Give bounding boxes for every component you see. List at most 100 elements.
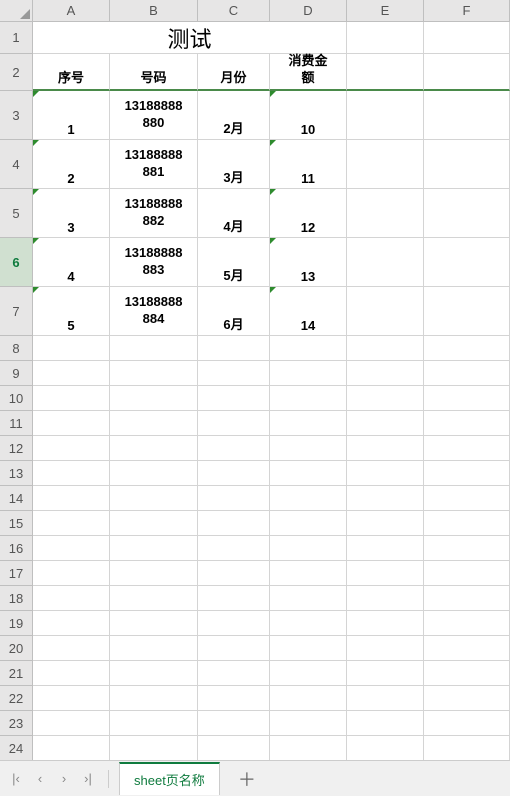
cell-D12[interactable] <box>270 436 347 461</box>
cell-C7[interactable]: 6月 <box>198 287 270 336</box>
cell-A23[interactable] <box>33 711 110 736</box>
cell-D17[interactable] <box>270 561 347 586</box>
cell-C5[interactable]: 4月 <box>198 189 270 238</box>
cell-C10[interactable] <box>198 386 270 411</box>
cell-D11[interactable] <box>270 411 347 436</box>
row-header-7[interactable]: 7 <box>0 287 33 336</box>
row-header-11[interactable]: 11 <box>0 411 33 436</box>
cell-C4[interactable]: 3月 <box>198 140 270 189</box>
row-header-23[interactable]: 23 <box>0 711 33 736</box>
cell-A13[interactable] <box>33 461 110 486</box>
cell-F20[interactable] <box>424 636 510 661</box>
select-all-corner[interactable] <box>0 0 33 22</box>
cell-D21[interactable] <box>270 661 347 686</box>
row-header-15[interactable]: 15 <box>0 511 33 536</box>
cell-F9[interactable] <box>424 361 510 386</box>
cell-A22[interactable] <box>33 686 110 711</box>
cell-D14[interactable] <box>270 486 347 511</box>
cell-E23[interactable] <box>347 711 424 736</box>
cell-B4[interactable]: 13188888 881 <box>110 140 198 189</box>
cell-F24[interactable] <box>424 736 510 761</box>
cell-B13[interactable] <box>110 461 198 486</box>
row-header-20[interactable]: 20 <box>0 636 33 661</box>
cell-C18[interactable] <box>198 586 270 611</box>
cell-C24[interactable] <box>198 736 270 761</box>
cell-C22[interactable] <box>198 686 270 711</box>
cell-E4[interactable] <box>347 140 424 189</box>
cell-F12[interactable] <box>424 436 510 461</box>
cell-F4[interactable] <box>424 140 510 189</box>
cell-A12[interactable] <box>33 436 110 461</box>
cell-B21[interactable] <box>110 661 198 686</box>
cell-A17[interactable] <box>33 561 110 586</box>
cell-E17[interactable] <box>347 561 424 586</box>
cell-E2[interactable] <box>347 54 424 91</box>
cell-A9[interactable] <box>33 361 110 386</box>
row-header-3[interactable]: 3 <box>0 91 33 140</box>
nav-next-icon[interactable]: › <box>54 769 74 789</box>
cell-E3[interactable] <box>347 91 424 140</box>
cell-F5[interactable] <box>424 189 510 238</box>
row-header-6[interactable]: 6 <box>0 238 33 287</box>
cell-D4[interactable]: 11 <box>270 140 347 189</box>
cell-E6[interactable] <box>347 238 424 287</box>
header-cell-0[interactable]: 序号 <box>33 54 110 91</box>
cell-B8[interactable] <box>110 336 198 361</box>
add-sheet-button[interactable]: ＋ <box>232 766 262 792</box>
cell-F14[interactable] <box>424 486 510 511</box>
cell-B3[interactable]: 13188888 880 <box>110 91 198 140</box>
merged-title[interactable]: 测试 <box>33 22 347 54</box>
cell-C13[interactable] <box>198 461 270 486</box>
cell-E18[interactable] <box>347 586 424 611</box>
cell-D8[interactable] <box>270 336 347 361</box>
cell-B5[interactable]: 13188888 882 <box>110 189 198 238</box>
row-header-1[interactable]: 1 <box>0 22 33 54</box>
cell-A21[interactable] <box>33 661 110 686</box>
cell-D6[interactable]: 13 <box>270 238 347 287</box>
cell-B17[interactable] <box>110 561 198 586</box>
cell-D20[interactable] <box>270 636 347 661</box>
cell-E10[interactable] <box>347 386 424 411</box>
cell-F2[interactable] <box>424 54 510 91</box>
cell-F18[interactable] <box>424 586 510 611</box>
cell-B16[interactable] <box>110 536 198 561</box>
cell-E12[interactable] <box>347 436 424 461</box>
cell-E20[interactable] <box>347 636 424 661</box>
cell-C3[interactable]: 2月 <box>198 91 270 140</box>
cell-B15[interactable] <box>110 511 198 536</box>
row-header-10[interactable]: 10 <box>0 386 33 411</box>
col-header-F[interactable]: F <box>424 0 510 22</box>
cell-A7[interactable]: 5 <box>33 287 110 336</box>
cell-F8[interactable] <box>424 336 510 361</box>
row-header-14[interactable]: 14 <box>0 486 33 511</box>
cell-A18[interactable] <box>33 586 110 611</box>
cell-D18[interactable] <box>270 586 347 611</box>
cell-E22[interactable] <box>347 686 424 711</box>
cell-F16[interactable] <box>424 536 510 561</box>
cell-F19[interactable] <box>424 611 510 636</box>
cell-D16[interactable] <box>270 536 347 561</box>
cell-F1[interactable] <box>424 22 510 54</box>
cell-F15[interactable] <box>424 511 510 536</box>
cell-F10[interactable] <box>424 386 510 411</box>
cell-D13[interactable] <box>270 461 347 486</box>
cell-D9[interactable] <box>270 361 347 386</box>
cell-B12[interactable] <box>110 436 198 461</box>
cell-D3[interactable]: 10 <box>270 91 347 140</box>
col-header-E[interactable]: E <box>347 0 424 22</box>
cell-B9[interactable] <box>110 361 198 386</box>
cell-D10[interactable] <box>270 386 347 411</box>
cell-D23[interactable] <box>270 711 347 736</box>
cell-D7[interactable]: 14 <box>270 287 347 336</box>
col-header-D[interactable]: D <box>270 0 347 22</box>
row-header-24[interactable]: 24 <box>0 736 33 761</box>
cell-E5[interactable] <box>347 189 424 238</box>
cell-E9[interactable] <box>347 361 424 386</box>
cell-A4[interactable]: 2 <box>33 140 110 189</box>
cell-E1[interactable] <box>347 22 424 54</box>
cell-C23[interactable] <box>198 711 270 736</box>
row-header-13[interactable]: 13 <box>0 461 33 486</box>
cell-A24[interactable] <box>33 736 110 761</box>
cell-E21[interactable] <box>347 661 424 686</box>
row-header-4[interactable]: 4 <box>0 140 33 189</box>
